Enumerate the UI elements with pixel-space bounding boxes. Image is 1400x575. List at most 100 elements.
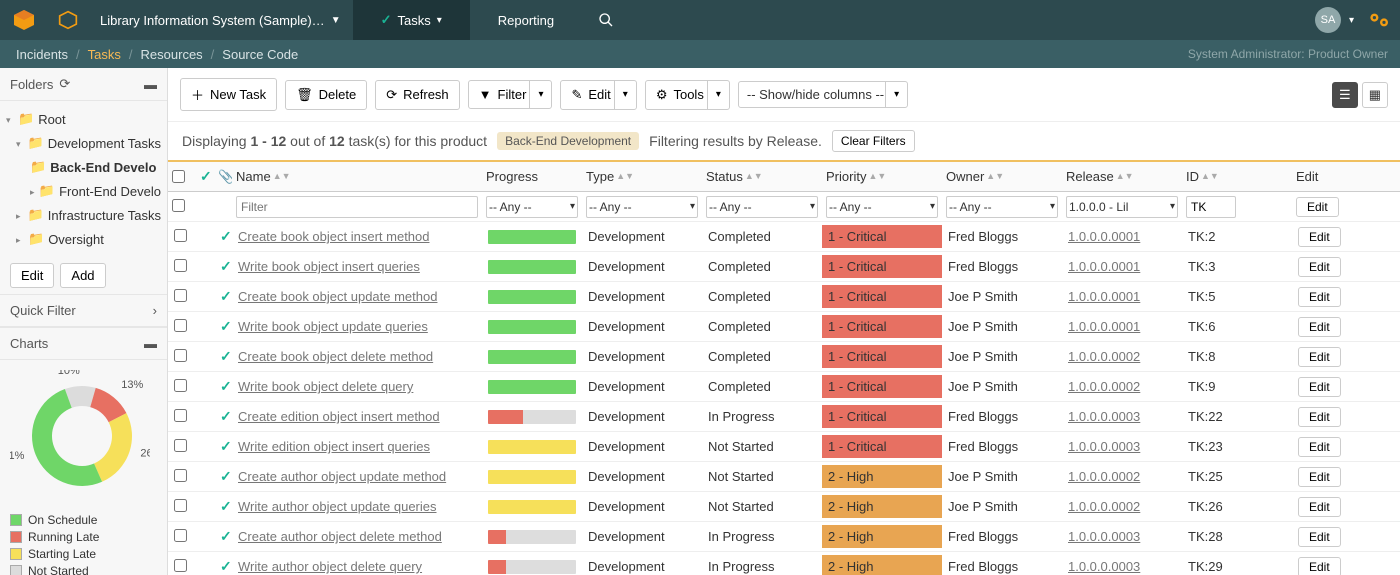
col-priority[interactable]: Priority▲▼ — [822, 163, 942, 190]
release-link[interactable]: 1.0.0.0.0001 — [1068, 259, 1140, 274]
task-name-link[interactable]: Create book object update method — [238, 289, 437, 304]
row-edit-button[interactable]: Edit — [1298, 557, 1341, 575]
tree-backend[interactable]: 📁Back-End Develo — [0, 155, 167, 179]
task-name-link[interactable]: Create author object update method — [238, 469, 446, 484]
breadcrumb-incidents[interactable]: Incidents — [12, 47, 72, 62]
refresh-button[interactable]: ⟳Refresh — [375, 80, 459, 110]
col-progress[interactable]: Progress — [482, 163, 582, 190]
filter-owner-select[interactable]: -- Any --▾ — [946, 196, 1058, 218]
filter-release-select[interactable]: 1.0.0.0 - Lil▾ — [1066, 196, 1178, 218]
filter-button[interactable]: ▼Filter — [468, 80, 538, 109]
row-edit-button[interactable]: Edit — [1298, 227, 1341, 247]
row-checkbox[interactable] — [174, 349, 187, 362]
row-checkbox[interactable] — [174, 379, 187, 392]
tools-button[interactable]: ⚙Tools — [645, 80, 715, 110]
filter-dropdown[interactable]: ▾ — [529, 80, 552, 109]
edit-button[interactable]: ✎Edit — [560, 80, 621, 110]
row-checkbox[interactable] — [174, 499, 187, 512]
col-type[interactable]: Type▲▼ — [582, 163, 702, 190]
release-link[interactable]: 1.0.0.0.0003 — [1068, 529, 1140, 544]
release-link[interactable]: 1.0.0.0.0003 — [1068, 439, 1140, 454]
filter-name-input[interactable] — [236, 196, 478, 218]
row-checkbox[interactable] — [174, 439, 187, 452]
row-edit-button[interactable]: Edit — [1298, 377, 1341, 397]
task-name-link[interactable]: Write book object delete query — [238, 379, 413, 394]
filter-progress-select[interactable]: -- Any --▾ — [486, 196, 578, 218]
refresh-icon[interactable]: ⟳ — [59, 76, 70, 92]
row-checkbox[interactable] — [174, 409, 187, 422]
row-checkbox[interactable] — [174, 229, 187, 242]
breadcrumb-source-code[interactable]: Source Code — [218, 47, 302, 62]
task-name-link[interactable]: Write author object update queries — [238, 499, 437, 514]
showhide-columns-select[interactable]: -- Show/hide columns -- — [738, 81, 893, 108]
row-checkbox[interactable] — [174, 289, 187, 302]
release-link[interactable]: 1.0.0.0.0001 — [1068, 289, 1140, 304]
breadcrumb-tasks[interactable]: Tasks — [84, 47, 125, 62]
tree-root[interactable]: ▾📁Root — [0, 107, 167, 131]
row-edit-button[interactable]: Edit — [1298, 287, 1341, 307]
release-link[interactable]: 1.0.0.0.0002 — [1068, 499, 1140, 514]
release-link[interactable]: 1.0.0.0.0003 — [1068, 559, 1140, 574]
task-name-link[interactable]: Create author object delete method — [238, 529, 442, 544]
delete-button[interactable]: 🗑Delete — [285, 80, 367, 110]
row-edit-button[interactable]: Edit — [1298, 497, 1341, 517]
row-checkbox[interactable] — [174, 319, 187, 332]
row-edit-button[interactable]: Edit — [1298, 437, 1341, 457]
task-name-link[interactable]: Write edition object insert queries — [238, 439, 430, 454]
row-checkbox[interactable] — [174, 529, 187, 542]
release-link[interactable]: 1.0.0.0.0001 — [1068, 229, 1140, 244]
task-name-link[interactable]: Create book object insert method — [238, 229, 430, 244]
filter-id-input[interactable] — [1186, 196, 1236, 218]
filter-edit-button[interactable]: Edit — [1296, 197, 1339, 217]
board-view-toggle[interactable]: ▦ — [1362, 82, 1388, 108]
task-name-link[interactable]: Create edition object insert method — [238, 409, 440, 424]
search-button[interactable] — [582, 0, 630, 40]
row-edit-button[interactable]: Edit — [1298, 347, 1341, 367]
tab-reporting[interactable]: Reporting — [470, 0, 582, 40]
charts-header[interactable]: Charts ▬ — [0, 327, 167, 360]
tree-dev-tasks[interactable]: ▾📁Development Tasks — [0, 131, 167, 155]
folder-add-button[interactable]: Add — [60, 263, 105, 288]
clear-filters-button[interactable]: Clear Filters — [832, 130, 915, 152]
quick-filter-header[interactable]: Quick Filter › — [0, 294, 167, 327]
hexagon-icon[interactable] — [48, 10, 88, 30]
minimize-icon[interactable]: ▬ — [144, 77, 157, 92]
release-link[interactable]: 1.0.0.0.0002 — [1068, 469, 1140, 484]
task-name-link[interactable]: Write author object delete query — [238, 559, 422, 574]
row-edit-button[interactable]: Edit — [1298, 317, 1341, 337]
tree-infra[interactable]: ▸📁Infrastructure Tasks — [0, 203, 167, 227]
col-id[interactable]: ID▲▼ — [1182, 163, 1292, 190]
tools-dropdown[interactable]: ▾ — [707, 80, 730, 110]
filter-checkbox[interactable] — [172, 199, 185, 212]
select-all-checkbox[interactable] — [172, 170, 185, 183]
breadcrumb-resources[interactable]: Resources — [137, 47, 207, 62]
row-edit-button[interactable]: Edit — [1298, 527, 1341, 547]
col-status[interactable]: Status▲▼ — [702, 163, 822, 190]
row-checkbox[interactable] — [174, 559, 187, 572]
release-link[interactable]: 1.0.0.0.0003 — [1068, 409, 1140, 424]
filter-priority-select[interactable]: -- Any --▾ — [826, 196, 938, 218]
release-link[interactable]: 1.0.0.0.0001 — [1068, 319, 1140, 334]
col-release[interactable]: Release▲▼ — [1062, 163, 1182, 190]
tree-frontend[interactable]: ▸📁Front-End Develo — [0, 179, 167, 203]
row-checkbox[interactable] — [174, 259, 187, 272]
edit-dropdown[interactable]: ▾ — [614, 80, 637, 110]
col-owner[interactable]: Owner▲▼ — [942, 163, 1062, 190]
tree-oversight[interactable]: ▸📁Oversight — [0, 227, 167, 251]
release-link[interactable]: 1.0.0.0.0002 — [1068, 379, 1140, 394]
folder-edit-button[interactable]: Edit — [10, 263, 54, 288]
task-name-link[interactable]: Write book object insert queries — [238, 259, 420, 274]
new-task-button[interactable]: ＋New Task — [180, 78, 277, 111]
filter-status-select[interactable]: -- Any --▾ — [706, 196, 818, 218]
chevron-down-icon[interactable]: ▾ — [1349, 15, 1354, 26]
app-logo-icon[interactable] — [0, 0, 48, 40]
task-name-link[interactable]: Create book object delete method — [238, 349, 433, 364]
user-avatar[interactable]: SA — [1315, 7, 1341, 33]
row-checkbox[interactable] — [174, 469, 187, 482]
col-name[interactable]: Name▲▼ — [232, 163, 482, 190]
row-edit-button[interactable]: Edit — [1298, 407, 1341, 427]
row-edit-button[interactable]: Edit — [1298, 257, 1341, 277]
release-link[interactable]: 1.0.0.0.0002 — [1068, 349, 1140, 364]
settings-gears-icon[interactable] — [1360, 10, 1400, 30]
filter-type-select[interactable]: -- Any --▾ — [586, 196, 698, 218]
